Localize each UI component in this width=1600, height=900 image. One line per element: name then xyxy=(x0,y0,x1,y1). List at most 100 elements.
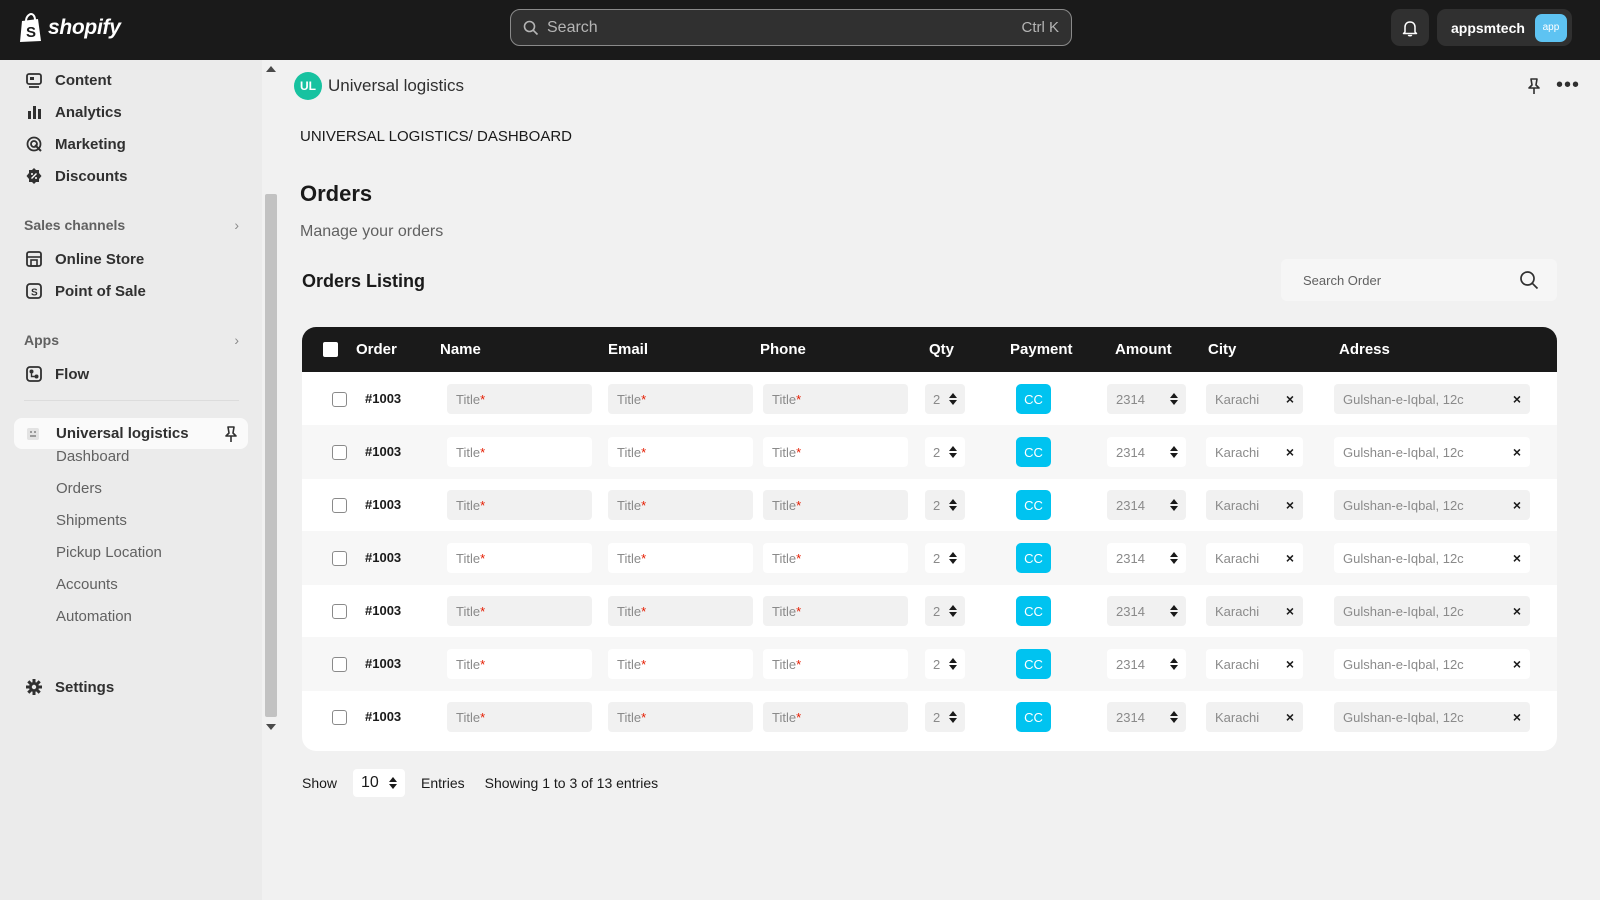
amount-stepper[interactable]: 2314 xyxy=(1107,596,1186,626)
row-checkbox[interactable] xyxy=(332,498,347,513)
up-down-arrows-icon[interactable] xyxy=(949,499,957,511)
notifications-button[interactable] xyxy=(1391,9,1429,46)
clear-icon[interactable]: × xyxy=(1286,603,1294,619)
name-input[interactable]: Title * xyxy=(447,702,592,732)
clear-icon[interactable]: × xyxy=(1286,709,1294,725)
scroll-up-arrow-icon[interactable] xyxy=(266,66,276,72)
page-size-select[interactable]: 10 xyxy=(353,769,406,797)
shopify-logo[interactable]: S shopify xyxy=(18,13,121,43)
payment-badge[interactable]: CC xyxy=(1016,543,1051,573)
sidebar-item-online-store[interactable]: Online Store xyxy=(25,247,144,271)
payment-badge[interactable]: CC xyxy=(1016,384,1051,414)
search-order-input[interactable]: Search Order xyxy=(1281,259,1557,301)
amount-stepper[interactable]: 2314 xyxy=(1107,437,1186,467)
clear-icon[interactable]: × xyxy=(1513,550,1521,566)
qty-stepper[interactable]: 2 xyxy=(925,649,965,679)
up-down-arrows-icon[interactable] xyxy=(1170,499,1178,511)
amount-stepper[interactable]: 2314 xyxy=(1107,384,1186,414)
order-id[interactable]: #1003 xyxy=(365,391,401,406)
row-checkbox[interactable] xyxy=(332,392,347,407)
phone-input[interactable]: Title * xyxy=(763,384,908,414)
column-header-city[interactable]: City xyxy=(1208,341,1236,358)
city-select[interactable]: Karachi × xyxy=(1206,702,1303,732)
payment-badge[interactable]: CC xyxy=(1016,649,1051,679)
name-input[interactable]: Title * xyxy=(447,490,592,520)
email-input[interactable]: Title * xyxy=(608,543,753,573)
address-select[interactable]: Gulshan-e-Iqbal, 12c × xyxy=(1334,702,1530,732)
pin-icon[interactable] xyxy=(223,425,239,443)
sidebar-item-universal-logistics[interactable]: Universal logistics xyxy=(14,418,248,449)
sidebar-item-flow[interactable]: Flow xyxy=(25,362,89,386)
payment-badge[interactable]: CC xyxy=(1016,702,1051,732)
sidebar-item-discounts[interactable]: Discounts xyxy=(25,164,128,188)
address-select[interactable]: Gulshan-e-Iqbal, 12c × xyxy=(1334,437,1530,467)
sidebar-scrollbar[interactable] xyxy=(262,60,280,900)
clear-icon[interactable]: × xyxy=(1513,656,1521,672)
up-down-arrows-icon[interactable] xyxy=(949,605,957,617)
sidebar-subitem-pickup-location[interactable]: Pickup Location xyxy=(56,544,162,561)
phone-input[interactable]: Title * xyxy=(763,596,908,626)
apps-header[interactable]: Apps › xyxy=(24,332,239,348)
order-id[interactable]: #1003 xyxy=(365,709,401,724)
clear-icon[interactable]: × xyxy=(1286,656,1294,672)
address-select[interactable]: Gulshan-e-Iqbal, 12c × xyxy=(1334,384,1530,414)
phone-input[interactable]: Title * xyxy=(763,649,908,679)
city-select[interactable]: Karachi × xyxy=(1206,543,1303,573)
qty-stepper[interactable]: 2 xyxy=(925,596,965,626)
scroll-thumb[interactable] xyxy=(265,194,277,717)
sidebar-subitem-shipments[interactable]: Shipments xyxy=(56,512,127,529)
city-select[interactable]: Karachi × xyxy=(1206,490,1303,520)
up-down-arrows-icon[interactable] xyxy=(1170,552,1178,564)
email-input[interactable]: Title * xyxy=(608,384,753,414)
up-down-arrows-icon[interactable] xyxy=(1170,605,1178,617)
name-input[interactable]: Title * xyxy=(447,596,592,626)
phone-input[interactable]: Title * xyxy=(763,702,908,732)
phone-input[interactable]: Title * xyxy=(763,490,908,520)
column-header-amount[interactable]: Amount xyxy=(1115,341,1172,358)
amount-stepper[interactable]: 2314 xyxy=(1107,543,1186,573)
row-checkbox[interactable] xyxy=(332,551,347,566)
qty-stepper[interactable]: 2 xyxy=(925,437,965,467)
up-down-arrows-icon[interactable] xyxy=(949,711,957,723)
name-input[interactable]: Title * xyxy=(447,543,592,573)
column-header-payment[interactable]: Payment xyxy=(1010,341,1073,358)
order-id[interactable]: #1003 xyxy=(365,550,401,565)
column-header-phone[interactable]: Phone xyxy=(760,341,806,358)
clear-icon[interactable]: × xyxy=(1286,497,1294,513)
order-id[interactable]: #1003 xyxy=(365,444,401,459)
row-checkbox[interactable] xyxy=(332,710,347,725)
row-checkbox[interactable] xyxy=(332,604,347,619)
email-input[interactable]: Title * xyxy=(608,437,753,467)
payment-badge[interactable]: CC xyxy=(1016,490,1051,520)
clear-icon[interactable]: × xyxy=(1513,603,1521,619)
up-down-arrows-icon[interactable] xyxy=(949,393,957,405)
order-id[interactable]: #1003 xyxy=(365,497,401,512)
up-down-arrows-icon[interactable] xyxy=(1170,658,1178,670)
amount-stepper[interactable]: 2314 xyxy=(1107,702,1186,732)
phone-input[interactable]: Title * xyxy=(763,437,908,467)
sidebar-subitem-accounts[interactable]: Accounts xyxy=(56,576,118,593)
sidebar-item-settings[interactable]: Settings xyxy=(25,675,114,699)
email-input[interactable]: Title * xyxy=(608,490,753,520)
city-select[interactable]: Karachi × xyxy=(1206,384,1303,414)
up-down-arrows-icon[interactable] xyxy=(949,658,957,670)
clear-icon[interactable]: × xyxy=(1513,444,1521,460)
qty-stepper[interactable]: 2 xyxy=(925,384,965,414)
email-input[interactable]: Title * xyxy=(608,702,753,732)
address-select[interactable]: Gulshan-e-Iqbal, 12c × xyxy=(1334,490,1530,520)
up-down-arrows-icon[interactable] xyxy=(1170,393,1178,405)
column-header-email[interactable]: Email xyxy=(608,341,648,358)
clear-icon[interactable]: × xyxy=(1513,497,1521,513)
name-input[interactable]: Title * xyxy=(447,437,592,467)
up-down-arrows-icon[interactable] xyxy=(949,446,957,458)
more-options-icon[interactable]: ••• xyxy=(1556,74,1580,97)
sidebar-subitem-automation[interactable]: Automation xyxy=(56,608,132,625)
clear-icon[interactable]: × xyxy=(1286,444,1294,460)
email-input[interactable]: Title * xyxy=(608,596,753,626)
clear-icon[interactable]: × xyxy=(1513,391,1521,407)
payment-badge[interactable]: CC xyxy=(1016,596,1051,626)
sidebar-subitem-dashboard[interactable]: Dashboard xyxy=(56,448,129,465)
order-id[interactable]: #1003 xyxy=(365,603,401,618)
global-search-input[interactable]: Search Ctrl K xyxy=(510,9,1072,46)
address-select[interactable]: Gulshan-e-Iqbal, 12c × xyxy=(1334,543,1530,573)
